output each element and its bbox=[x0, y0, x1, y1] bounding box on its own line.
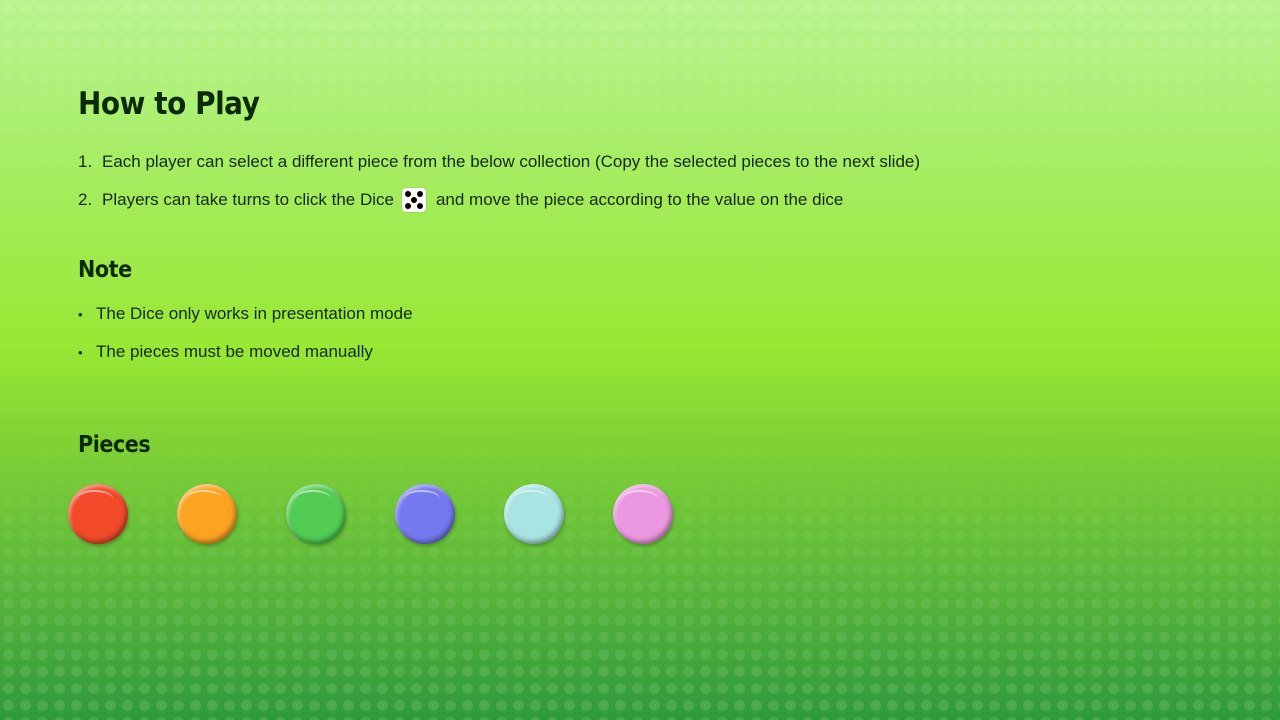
step-text-before: Players can take turns to click the Dice bbox=[102, 190, 394, 209]
note-item: • The pieces must be moved manually bbox=[78, 342, 373, 362]
pieces-collection bbox=[68, 484, 673, 544]
game-piece-green[interactable] bbox=[286, 484, 346, 544]
step-text: Each player can select a different piece… bbox=[102, 152, 921, 171]
dice-five-icon[interactable] bbox=[401, 188, 426, 212]
instruction-step-1: 1. Each player can select a different pi… bbox=[78, 152, 920, 172]
game-piece-cyan[interactable] bbox=[504, 484, 564, 544]
bullet-icon: • bbox=[78, 306, 83, 322]
step-number: 2. bbox=[78, 190, 93, 209]
game-piece-pink[interactable] bbox=[613, 484, 673, 544]
pieces-heading: Pieces bbox=[78, 432, 151, 458]
game-piece-red[interactable] bbox=[68, 484, 128, 544]
step-text-after: and move the piece according to the valu… bbox=[435, 190, 844, 209]
note-heading: Note bbox=[78, 257, 132, 283]
note-item: • The Dice only works in presentation mo… bbox=[78, 304, 413, 324]
note-item-text: The pieces must be moved manually bbox=[96, 342, 373, 361]
game-piece-orange[interactable] bbox=[177, 484, 237, 544]
game-piece-blue[interactable] bbox=[395, 484, 455, 544]
bullet-icon: • bbox=[78, 344, 83, 360]
note-item-text: The Dice only works in presentation mode bbox=[96, 304, 413, 323]
page-title: How to Play bbox=[78, 86, 260, 122]
instruction-step-2: 2. Players can take turns to click the D… bbox=[78, 188, 843, 212]
step-number: 1. bbox=[78, 152, 93, 171]
slide: How to Play 1. Each player can select a … bbox=[0, 0, 1280, 720]
